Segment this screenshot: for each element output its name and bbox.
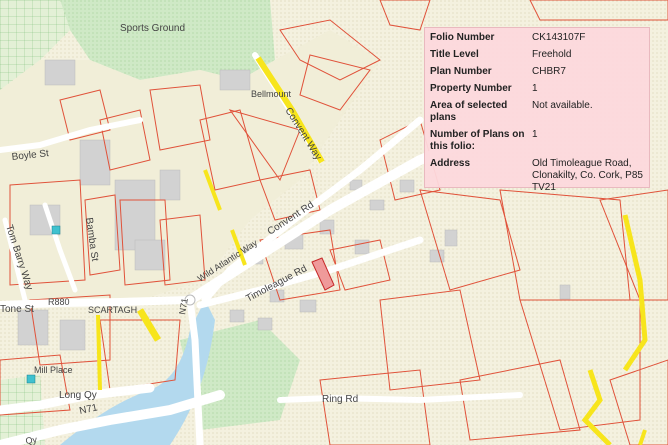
label-bellmount: Bellmount [251, 89, 292, 99]
info-value: Freehold [532, 49, 572, 60]
folio-info-panel: Folio Number CK143107F Title Level Freehold… [424, 27, 650, 193]
info-label: Address [430, 158, 471, 169]
info-value: Old Timoleague Road, Clonakilty, Co. Cor… [532, 158, 643, 193]
info-value: 1 [532, 83, 538, 94]
info-row: Folio Number CK143107F [430, 32, 643, 49]
info-label: Number of Plans on this folio: [430, 129, 525, 152]
info-value: 1 [532, 129, 538, 140]
label-r880: R880 [48, 297, 70, 307]
label-qy: Qy [25, 434, 38, 445]
label-sports-ground: Sports Ground [120, 23, 185, 34]
label-scartagh: SCARTAGH [88, 305, 137, 315]
info-value: Not available. [532, 100, 593, 111]
info-row: Title Level Freehold [430, 49, 643, 66]
folio-info-table: Folio Number CK143107F Title Level Freehold… [430, 32, 643, 199]
label-ring-rd: Ring Rd [322, 394, 358, 405]
water-tank-1 [51, 225, 61, 235]
info-label: Folio Number [430, 32, 495, 43]
info-value: CK143107F [532, 32, 586, 43]
info-label: Plan Number [430, 66, 492, 77]
info-row: Number of Plans on this folio: 1 [430, 129, 643, 158]
info-row: Property Number 1 [430, 83, 643, 100]
info-row: Address Old Timoleague Road, Clonakilty, … [430, 158, 643, 199]
label-tone-st: Tone St [0, 304, 34, 315]
info-label: Area of selected plans [430, 100, 508, 123]
info-value: CHBR7 [532, 66, 566, 77]
info-row: Area of selected plans Not available. [430, 100, 643, 129]
info-label: Property Number [430, 83, 512, 94]
water-tank-2 [26, 374, 36, 384]
label-mill-place: Mill Place [34, 365, 73, 375]
info-row: Plan Number CHBR7 [430, 66, 643, 83]
label-long-qy: Long Qy [59, 390, 97, 401]
info-label: Title Level [430, 49, 479, 60]
